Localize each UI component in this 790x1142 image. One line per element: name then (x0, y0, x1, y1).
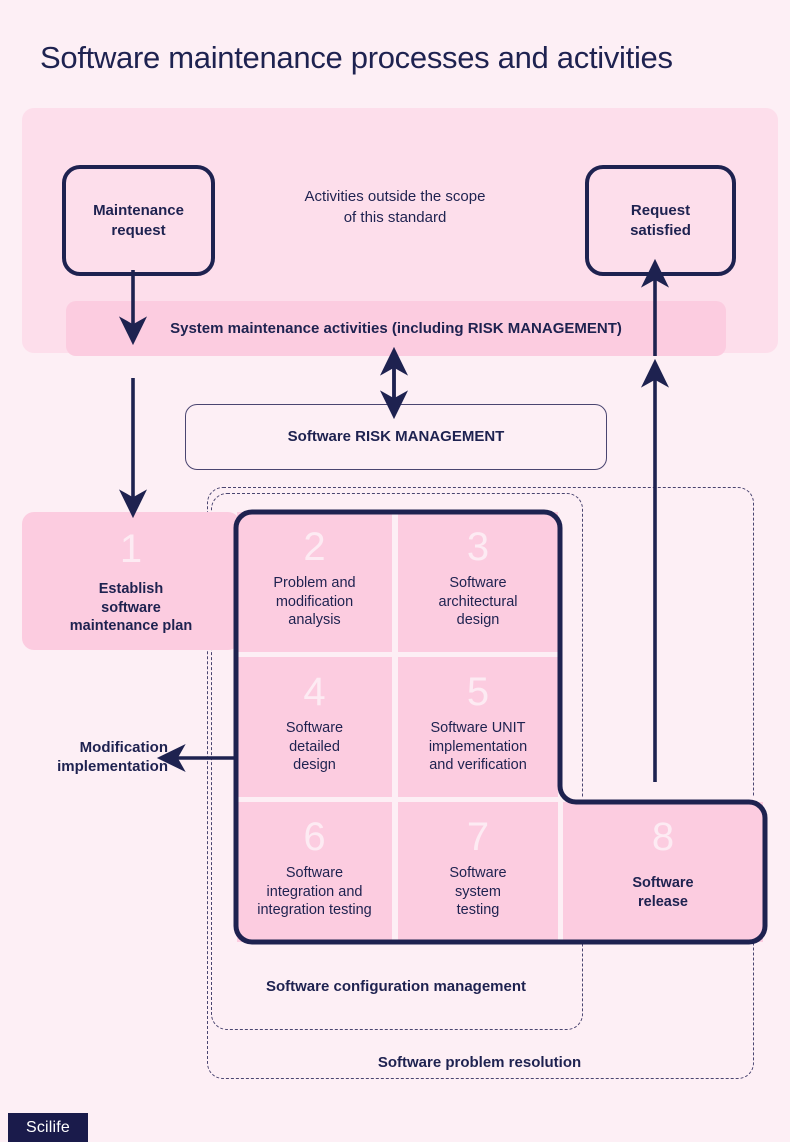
step-2-line1: Problem and (273, 575, 356, 591)
step-6-line3: integration testing (257, 902, 372, 918)
step-8-software-release[interactable]: 8 Software release (563, 802, 763, 942)
step-5-software-unit-implementation-and-verification[interactable]: 5 Software UNIT implementation and verif… (398, 657, 558, 797)
step-7-line1: Software (449, 865, 507, 881)
system-maintenance-activities-label: System maintenance activities (including… (170, 320, 622, 337)
step-6-line2: integration and (266, 883, 363, 900)
outside-scope-note-line1: Activities outside the scope (304, 188, 486, 205)
step-4-line3: design (293, 757, 336, 773)
step-3-software-architectural-design[interactable]: 3 Software architectural design (398, 512, 558, 652)
step-5-label: Software UNIT implementation and verific… (404, 719, 552, 775)
step-3-line2: architectural (438, 593, 518, 610)
step-7-software-system-testing[interactable]: 7 Software system testing (398, 802, 558, 942)
diagram-canvas: Software maintenance processes and activ… (0, 0, 790, 1142)
step-3-number: 3 (466, 525, 490, 569)
modification-implementation-line2: implementation (57, 758, 168, 775)
maintenance-request-line2: request (111, 221, 166, 239)
step-4-line2: detailed (289, 738, 340, 755)
request-satisfied-box[interactable]: Request satisfied (585, 165, 736, 276)
step-3-line3: design (456, 612, 500, 628)
step-6-label: Software integration and integration tes… (243, 864, 386, 920)
step-1-line2: software (101, 599, 161, 616)
step-8-label: Software release (569, 874, 757, 911)
step-1-line3: maintenance plan (69, 618, 193, 634)
software-configuration-management-label: Software configuration management (265, 978, 527, 995)
step-5-line1: Software UNIT (430, 720, 526, 736)
software-risk-management-label: Software RISK MANAGEMENT (287, 428, 505, 445)
request-satisfied-line1: Request (630, 201, 691, 219)
step-6-software-integration-and-integration-testing[interactable]: 6 Software integration and integration t… (237, 802, 392, 942)
step-1-line1: Establish (98, 581, 164, 597)
step-3-line1: Software (449, 575, 507, 591)
step-4-label: Software detailed design (243, 719, 386, 775)
outside-scope-note: Activities outside the scope of this sta… (270, 186, 520, 228)
step-3-label: Software architectural design (404, 574, 552, 630)
step-6-number: 6 (303, 815, 326, 859)
maintenance-request-line1: Maintenance (93, 201, 184, 219)
step-8-line1: Software (632, 875, 694, 891)
software-risk-management-box[interactable]: Software RISK MANAGEMENT (185, 404, 607, 470)
step-5-line2: implementation (428, 738, 528, 755)
step-4-line1: Software (285, 720, 344, 736)
step-4-software-detailed-design[interactable]: 4 Software detailed design (237, 657, 392, 797)
modification-implementation-line1: Modification (79, 739, 168, 756)
software-problem-resolution-label: Software problem resolution (377, 1054, 582, 1071)
step-4-number: 4 (303, 670, 326, 714)
scilife-logo: Scilife (8, 1113, 88, 1142)
step-2-line3: analysis (288, 612, 341, 628)
step-5-line3: and verification (429, 757, 527, 773)
step-8-line2: release (638, 893, 688, 910)
maintenance-request-box[interactable]: Maintenance request (62, 165, 215, 276)
step-2-label: Problem and modification analysis (243, 574, 386, 630)
step-7-line2: system (455, 883, 501, 900)
step-5-number: 5 (466, 670, 490, 714)
step-7-line3: testing (456, 902, 500, 918)
step-6-line1: Software (285, 865, 344, 881)
step-1-establish-software-maintenance-plan[interactable]: 1 Establish software maintenance plan (22, 512, 240, 650)
step-2-number: 2 (303, 525, 326, 569)
step-1-number: 1 (119, 527, 143, 571)
outside-scope-note-line2: of this standard (343, 209, 447, 226)
request-satisfied-line2: satisfied (630, 221, 691, 239)
scilife-logo-text: Scilife (25, 1118, 71, 1136)
step-2-line2: modification (275, 593, 354, 610)
page-title: Software maintenance processes and activ… (40, 40, 673, 75)
step-7-label: Software system testing (404, 864, 552, 920)
step-2-problem-and-modification-analysis[interactable]: 2 Problem and modification analysis (237, 512, 392, 652)
step-8-number: 8 (651, 815, 675, 859)
modification-implementation-label: Modification implementation (18, 738, 168, 776)
step-7-number: 7 (466, 815, 490, 859)
step-1-label: Establish software maintenance plan (30, 580, 232, 636)
